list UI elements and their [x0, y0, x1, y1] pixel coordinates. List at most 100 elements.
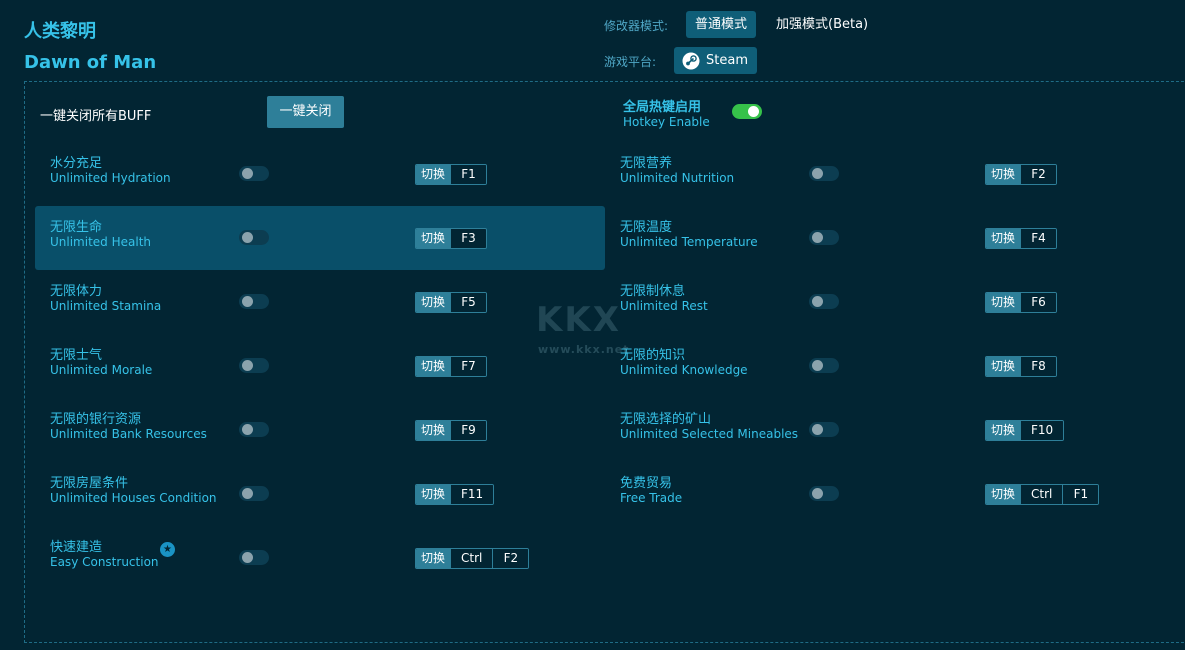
beta-mode-button[interactable]: 加强模式(Beta): [767, 11, 877, 38]
cheat-toggle[interactable]: [239, 230, 269, 245]
hotkey-badge[interactable]: 切换 Ctrl F1: [985, 484, 1100, 505]
toggle-knob: [242, 360, 253, 371]
hotkey-key: F8: [1020, 357, 1057, 376]
toggle-knob: [812, 424, 823, 435]
toggle-knob: [242, 424, 253, 435]
toggle-knob: [748, 106, 759, 117]
cheat-toggle[interactable]: [809, 294, 839, 309]
toggle-knob: [812, 168, 823, 179]
hotkey-key: F3: [450, 229, 487, 248]
cheat-name-en: Unlimited Stamina: [50, 299, 162, 313]
steam-icon: [682, 52, 700, 70]
cheat-row[interactable]: 无限温度 Unlimited Temperature 切换 F4: [605, 206, 1175, 270]
swap-label: 切换: [416, 229, 451, 248]
hotkey-badge[interactable]: 切换 F9: [415, 420, 488, 441]
cheat-name-en: Unlimited Temperature: [620, 235, 758, 249]
cheat-toggle[interactable]: [809, 486, 839, 501]
cheat-name-cn: 无限的银行资源: [50, 412, 142, 427]
hotkey-badge[interactable]: 切换 F10: [985, 420, 1065, 441]
game-title-cn: 人类黎明: [24, 21, 96, 42]
cheat-toggle[interactable]: [239, 486, 269, 501]
hotkey-badge[interactable]: 切换 F3: [415, 228, 488, 249]
swap-label: 切换: [416, 421, 451, 440]
hotkey-key: F6: [1020, 293, 1057, 312]
cheat-name-en: Unlimited Houses Condition: [50, 491, 217, 505]
hotkey-key: F7: [450, 357, 487, 376]
swap-label: 切换: [986, 485, 1021, 504]
trainer-window: 人类黎明 Dawn of Man 修改器模式: 普通模式 加强模式(Beta) …: [0, 0, 1185, 650]
cheat-toggle[interactable]: [809, 166, 839, 181]
cheat-row[interactable]: 无限房屋条件 Unlimited Houses Condition 切换 F11: [35, 462, 605, 526]
hotkey-enable-toggle[interactable]: [732, 104, 762, 119]
toggle-knob: [812, 232, 823, 243]
cheat-row[interactable]: 无限体力 Unlimited Stamina 切换 F5: [35, 270, 605, 334]
hotkey-key: F11: [450, 485, 494, 504]
cheat-name-en: Unlimited Morale: [50, 363, 153, 377]
normal-mode-button[interactable]: 普通模式: [686, 11, 757, 38]
hotkey-key: Ctrl: [450, 549, 493, 568]
cheat-name-cn: 无限制休息: [620, 284, 686, 299]
cheat-row[interactable]: 无限选择的矿山 Unlimited Selected Mineables 切换 F10: [605, 398, 1175, 462]
hotkey-badge[interactable]: 切换 F7: [415, 356, 488, 377]
swap-label: 切换: [416, 357, 451, 376]
hotkey-key: F10: [1020, 421, 1064, 440]
star-icon: ★: [160, 542, 175, 557]
toggle-knob: [812, 360, 823, 371]
cheat-name-cn: 无限温度: [620, 220, 673, 235]
cheat-toggle[interactable]: [809, 358, 839, 373]
cheat-toggle[interactable]: [239, 422, 269, 437]
cheat-name-en: Unlimited Health: [50, 235, 152, 249]
cheat-name-cn: 无限房屋条件: [50, 476, 129, 491]
toggle-knob: [242, 168, 253, 179]
cheat-row[interactable]: 无限营养 Unlimited Nutrition 切换 F2: [605, 142, 1175, 206]
cheat-name-en: Unlimited Hydration: [50, 171, 171, 185]
cheat-row[interactable]: 免费贸易 Free Trade 切换 Ctrl F1: [605, 462, 1175, 526]
cheat-row[interactable]: 无限制休息 Unlimited Rest 切换 F6: [605, 270, 1175, 334]
toggle-knob: [242, 552, 253, 563]
close-all-button[interactable]: 一键关闭: [267, 96, 344, 128]
swap-label: 切换: [416, 293, 451, 312]
cheat-toggle[interactable]: [809, 422, 839, 437]
cheat-name-en: Unlimited Bank Resources: [50, 427, 207, 441]
cheat-row[interactable]: 无限生命 Unlimited Health 切换 F3: [35, 206, 605, 270]
cheat-row[interactable]: 无限的银行资源 Unlimited Bank Resources 切换 F9: [35, 398, 605, 462]
hotkey-enable-subtitle: Hotkey Enable: [623, 115, 710, 129]
hotkey-key: F1: [450, 165, 487, 184]
cheat-name-cn: 快速建造: [50, 540, 103, 555]
cheat-toggle[interactable]: [239, 358, 269, 373]
cheat-row[interactable]: 快速建造 Easy Construction ★ 切换 Ctrl F2: [35, 526, 605, 590]
cheat-toggle[interactable]: [239, 166, 269, 181]
hotkey-key: F4: [1020, 229, 1057, 248]
swap-label: 切换: [416, 549, 451, 568]
watermark-url: www.kkx.net: [538, 343, 630, 356]
hotkey-key: F5: [450, 293, 487, 312]
cheat-name-cn: 无限选择的矿山: [620, 412, 712, 427]
cheat-name-en: Free Trade: [620, 491, 683, 505]
steam-label: Steam: [706, 53, 748, 68]
hotkey-badge[interactable]: 切换 F8: [985, 356, 1058, 377]
hotkey-badge[interactable]: 切换 F5: [415, 292, 488, 313]
hotkey-badge[interactable]: 切换 F6: [985, 292, 1058, 313]
cheat-name-cn: 无限生命: [50, 220, 103, 235]
cheat-name-en: Unlimited Knowledge: [620, 363, 748, 377]
cheat-row[interactable]: 水分充足 Unlimited Hydration 切换 F1: [35, 142, 605, 206]
hotkey-badge[interactable]: 切换 F2: [985, 164, 1058, 185]
close-all-buff-label: 一键关闭所有BUFF: [40, 109, 152, 124]
cheat-toggle[interactable]: [809, 230, 839, 245]
cheat-row[interactable]: 无限的知识 Unlimited Knowledge 切换 F8: [605, 334, 1175, 398]
hotkey-key: F2: [1020, 165, 1057, 184]
swap-label: 切换: [416, 165, 451, 184]
steam-platform-button[interactable]: Steam: [674, 47, 757, 74]
hotkey-key: F9: [450, 421, 487, 440]
hotkey-badge[interactable]: 切换 F11: [415, 484, 495, 505]
hotkey-badge[interactable]: 切换 F1: [415, 164, 488, 185]
cheat-toggle[interactable]: [239, 294, 269, 309]
toggle-knob: [242, 296, 253, 307]
hotkey-key: F2: [492, 549, 529, 568]
swap-label: 切换: [986, 229, 1021, 248]
cheat-toggle[interactable]: [239, 550, 269, 565]
hotkey-badge[interactable]: 切换 F4: [985, 228, 1058, 249]
cheat-name-en: Unlimited Selected Mineables: [620, 427, 799, 441]
cheat-row[interactable]: 无限士气 Unlimited Morale 切换 F7: [35, 334, 605, 398]
hotkey-badge[interactable]: 切换 Ctrl F2: [415, 548, 530, 569]
